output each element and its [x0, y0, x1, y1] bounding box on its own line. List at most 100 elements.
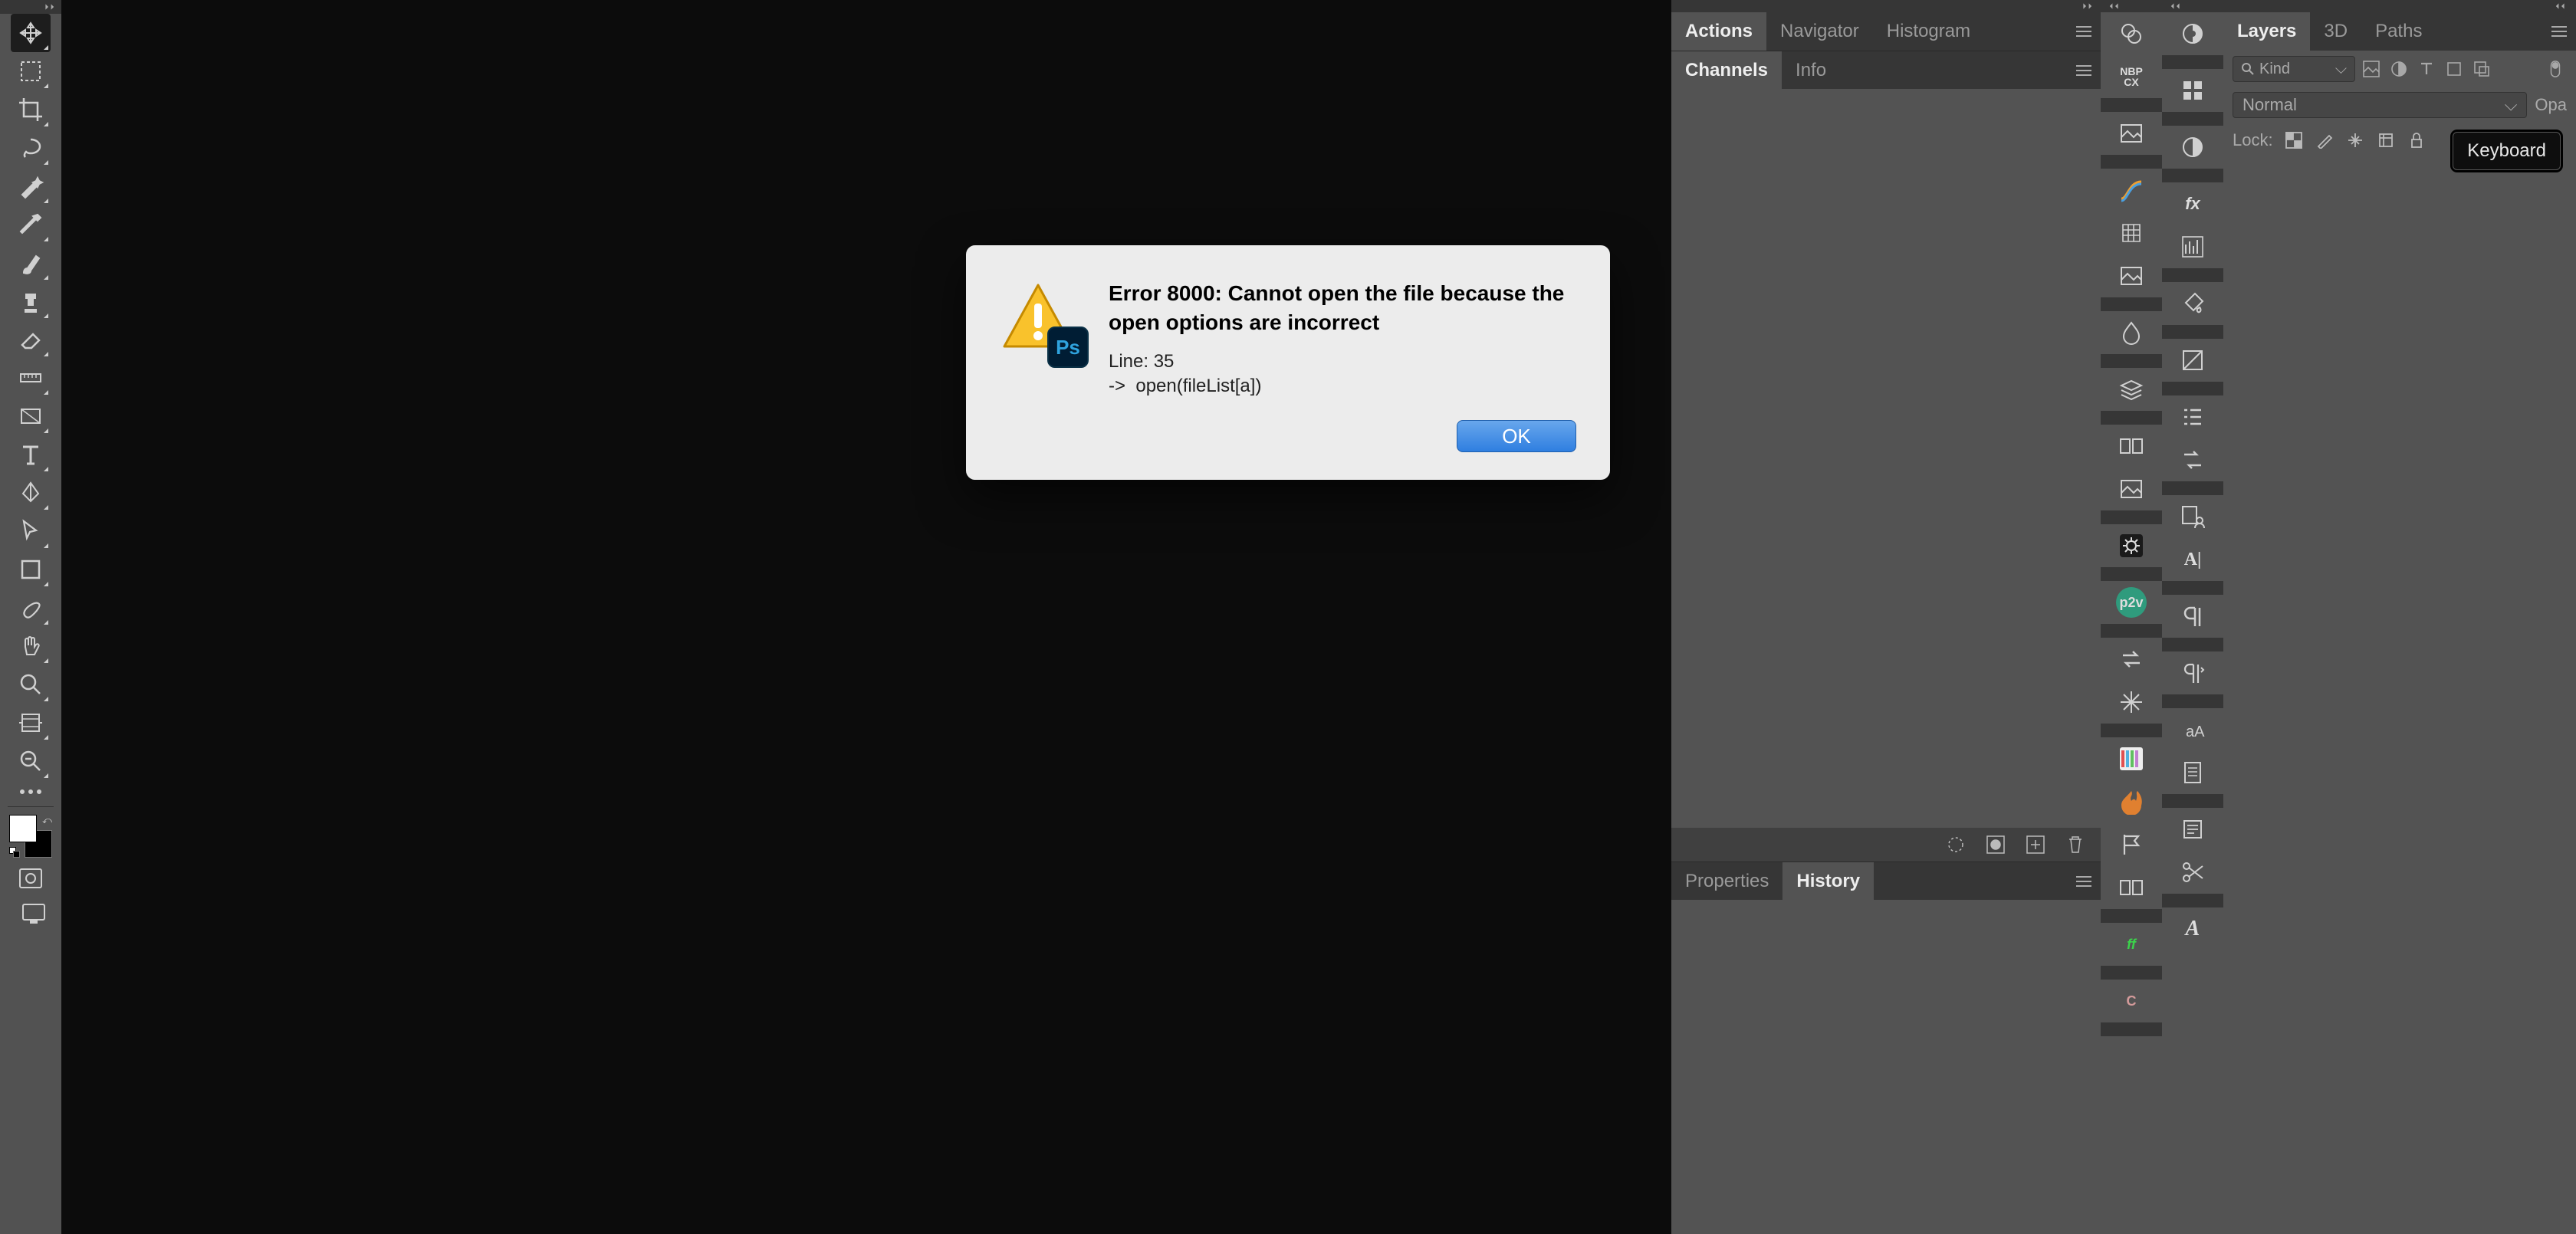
tab-paths[interactable]: Paths — [2361, 12, 2436, 51]
scissors-icon[interactable] — [2162, 851, 2223, 894]
person-layer-icon[interactable] — [2162, 495, 2223, 538]
marquee-tool[interactable] — [11, 52, 51, 90]
small-a-icon[interactable]: aA — [2162, 708, 2223, 751]
tab-actions[interactable]: Actions — [1671, 12, 1766, 51]
tab-channels[interactable]: Channels — [1671, 51, 1782, 89]
new-channel-icon[interactable] — [2026, 835, 2045, 855]
flag-icon[interactable] — [2101, 823, 2162, 866]
ff-plugin-icon[interactable]: ff — [2101, 923, 2162, 966]
lock-transparency-icon[interactable] — [2284, 130, 2304, 150]
grid-icon[interactable] — [2101, 212, 2162, 254]
tab-3d[interactable]: 3D — [2310, 12, 2361, 51]
panel-menu-icon[interactable] — [2067, 26, 2101, 37]
gear-plugin-icon[interactable] — [2101, 524, 2162, 567]
panel-menu-icon[interactable] — [2067, 65, 2101, 76]
filter-toggle-switch[interactable] — [2544, 57, 2567, 80]
save-selection-mask-icon[interactable] — [1986, 835, 2006, 855]
ruler-tool[interactable] — [11, 359, 51, 397]
swap-icon[interactable] — [2101, 638, 2162, 681]
lock-artboard-icon[interactable] — [2376, 130, 2396, 150]
fancy-a-icon[interactable]: A — [2162, 907, 2223, 950]
toolbar-collapse-handle[interactable] — [0, 0, 61, 14]
tab-history[interactable]: History — [1783, 862, 1874, 900]
more-tools-dots[interactable] — [11, 780, 51, 803]
picture3-icon[interactable] — [2101, 468, 2162, 510]
compare2-icon[interactable] — [2101, 866, 2162, 909]
tab-layers[interactable]: Layers — [2223, 12, 2310, 51]
p2v-plugin-icon[interactable]: p2v — [2101, 581, 2162, 624]
drop-icon[interactable] — [2101, 311, 2162, 354]
filter-smart-icon[interactable] — [2470, 57, 2493, 80]
strip-collapse-handle[interactable] — [2101, 0, 2162, 12]
tone-icon[interactable] — [2162, 339, 2223, 382]
shape-tool[interactable] — [11, 550, 51, 589]
zoom-alt-tool[interactable] — [11, 742, 51, 780]
load-selection-icon[interactable] — [1946, 835, 1966, 855]
contrast-icon[interactable] — [2162, 126, 2223, 169]
artboard-tool[interactable] — [11, 704, 51, 742]
swatches-icon[interactable] — [2162, 12, 2223, 55]
hand-tool[interactable] — [11, 627, 51, 665]
char-caret-icon[interactable]: A| — [2162, 538, 2223, 581]
filter-shape-icon[interactable] — [2443, 57, 2466, 80]
panel-menu-icon[interactable] — [2542, 26, 2576, 37]
foreground-color-swatch[interactable] — [9, 815, 37, 842]
levels-icon[interactable] — [2162, 225, 2223, 268]
eyedropper-tool[interactable] — [11, 205, 51, 244]
tab-properties[interactable]: Properties — [1671, 862, 1783, 900]
smudge-tool[interactable] — [11, 589, 51, 627]
hue-sat-icon[interactable] — [2101, 12, 2162, 55]
notes-icon[interactable] — [2162, 808, 2223, 851]
filter-pixel-icon[interactable] — [2360, 57, 2383, 80]
delete-channel-icon[interactable] — [2065, 835, 2085, 855]
lasso-tool[interactable] — [11, 129, 51, 167]
stack-icon[interactable] — [2101, 368, 2162, 411]
brush-tool[interactable] — [11, 244, 51, 282]
screen-mode-toggle[interactable] — [14, 899, 48, 928]
bucket-icon[interactable] — [2162, 282, 2223, 325]
compare-icon[interactable] — [2101, 425, 2162, 468]
tab-histogram[interactable]: Histogram — [1873, 12, 1984, 51]
ok-button[interactable]: OK — [1457, 420, 1576, 452]
paragraph2-icon[interactable] — [2162, 651, 2223, 694]
doc-icon[interactable] — [2162, 751, 2223, 794]
blend-mode-dropdown[interactable]: Normal⌵ — [2233, 92, 2527, 118]
brush-list-icon[interactable] — [2162, 395, 2223, 438]
pen-tool[interactable] — [11, 474, 51, 512]
panel-collapse-handle[interactable] — [1671, 0, 2101, 12]
stamp-tool[interactable] — [11, 282, 51, 320]
type-tool[interactable] — [11, 435, 51, 474]
panel-menu-icon[interactable] — [2067, 876, 2101, 887]
zoom-tool[interactable] — [11, 665, 51, 704]
wand-tool[interactable] — [11, 167, 51, 205]
strip-collapse-handle[interactable] — [2162, 0, 2223, 12]
lock-position-icon[interactable] — [2345, 130, 2365, 150]
tab-navigator[interactable]: Navigator — [1766, 12, 1873, 51]
path-select-tool[interactable] — [11, 512, 51, 550]
layers-collapse-handle[interactable] — [2223, 0, 2576, 12]
filter-type-icon[interactable] — [2415, 57, 2438, 80]
picture2-icon[interactable] — [2101, 254, 2162, 297]
tab-info[interactable]: Info — [1782, 51, 1840, 89]
layer-kind-dropdown[interactable]: Kind ⌵ — [2233, 56, 2355, 82]
fx-icon[interactable]: fx — [2162, 182, 2223, 225]
star-burst-icon[interactable] — [2101, 681, 2162, 724]
swap-layers-icon[interactable] — [2162, 438, 2223, 481]
curve-icon[interactable] — [2101, 169, 2162, 212]
swap-colors-icon[interactable]: ⤺ — [42, 815, 52, 826]
cap-c-icon[interactable]: C — [2101, 980, 2162, 1022]
default-colors-icon[interactable] — [9, 847, 20, 858]
picture-icon[interactable] — [2101, 112, 2162, 155]
move-tool[interactable] — [11, 14, 51, 52]
grid2-icon[interactable] — [2162, 69, 2223, 112]
foreground-background-colors[interactable]: ⤺ — [9, 815, 52, 858]
crop-tool[interactable] — [11, 90, 51, 129]
quick-mask-toggle[interactable] — [14, 864, 48, 893]
fire-icon[interactable] — [2101, 780, 2162, 823]
gradient-tool[interactable] — [11, 397, 51, 435]
filter-adjustment-icon[interactable] — [2387, 57, 2410, 80]
lock-all-icon[interactable] — [2407, 130, 2426, 150]
eraser-tool[interactable] — [11, 320, 51, 359]
palette-bars-icon[interactable] — [2101, 737, 2162, 780]
lock-pixels-icon[interactable] — [2315, 130, 2334, 150]
